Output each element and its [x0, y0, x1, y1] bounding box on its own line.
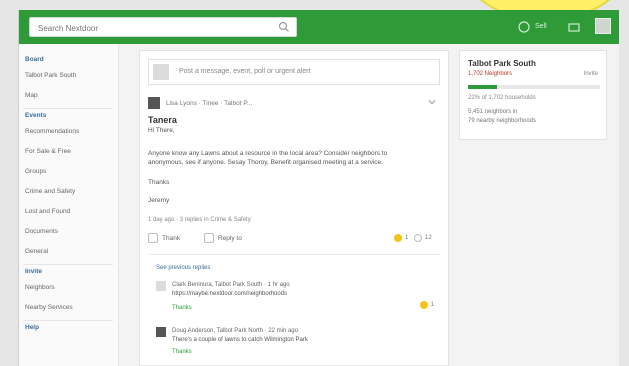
post-timestamp[interactable]: 1 day ago · 3 replies in Crime & Safety [148, 217, 251, 223]
post-composer[interactable]: Post a message, event, poll or urgent al… [148, 59, 440, 85]
news-feed: Post a message, event, poll or urgent al… [139, 50, 449, 366]
sidebar-item[interactable]: Recommendations [25, 128, 79, 135]
sidebar-heading[interactable]: Help [25, 324, 39, 331]
feed-post: Lisa Lyons · Tinee · Talbot P... Tanera … [148, 95, 440, 255]
thank-label: Thank [162, 234, 181, 242]
sidebar-heading[interactable]: Events [25, 112, 46, 119]
comment-meta[interactable]: Clark Beninura, Talbot Park South · 1 hr… [172, 282, 290, 288]
chevron-down-icon[interactable] [428, 98, 436, 106]
search-box[interactable] [29, 17, 297, 38]
sidebar-item[interactable]: Lost and Found [25, 208, 70, 215]
sidebar-item[interactable]: General [25, 248, 48, 255]
sidebar-item[interactable]: Documents [25, 228, 58, 235]
post-signature: Jeremy [148, 197, 170, 204]
reply-count-value: 12 [425, 235, 432, 241]
bell-icon[interactable] [517, 20, 531, 34]
comment: Clark Beninura, Talbot Park South · 1 hr… [156, 281, 440, 321]
composer-avatar [153, 64, 169, 80]
previous-replies-link[interactable]: See previous replies [156, 265, 210, 271]
post-meta[interactable]: Lisa Lyons · Tinee · Talbot P... [166, 100, 252, 107]
inbox-icon[interactable] [567, 20, 581, 34]
post-greeting: Hi There, [148, 127, 175, 134]
reply-count[interactable]: 12 [414, 231, 432, 245]
reply-button[interactable]: Reply to [204, 231, 242, 245]
widget-line-2: 79 nearby neighborhoods [468, 118, 537, 124]
widget-invite-link[interactable]: Invite [584, 71, 598, 77]
search-input[interactable] [30, 19, 260, 38]
sidebar-item[interactable]: Talbot Park South [25, 72, 76, 79]
widget-neighbors[interactable]: 1,702 Neighbors [468, 71, 512, 77]
comment-thanks-link[interactable]: Thanks [172, 349, 192, 355]
comment-thanks-link[interactable]: Thanks [172, 305, 192, 311]
comment-text[interactable]: https://maybe.nextdoor.com/neighborhoods [172, 291, 287, 297]
sidebar-divider [23, 320, 113, 321]
comment-text[interactable]: There's a couple of lawns to catch Wilmi… [172, 337, 308, 343]
sidebar-item[interactable]: Nearby Services [25, 304, 73, 311]
comment-thanks-icon [419, 301, 428, 309]
user-avatar[interactable] [595, 18, 611, 34]
widget-title[interactable]: Talbot Park South [468, 59, 536, 68]
sidebar-item[interactable]: Groups [25, 168, 46, 175]
sidebar-item[interactable]: For Sale & Free [25, 148, 71, 155]
app-window: Sell Board Talbot Park South Map Events Reco… [18, 10, 619, 366]
post-body: Anyone know any Lawns about a resource i… [148, 150, 388, 166]
comment: Doug Anderson, Talbot Park North · 22 mi… [156, 327, 440, 363]
sidebar-item[interactable]: Neighbors [25, 284, 55, 291]
sidebar-divider [23, 264, 113, 265]
sidebar-divider [23, 108, 113, 109]
comment-meta[interactable]: Doug Anderson, Talbot Park North · 22 mi… [172, 328, 298, 334]
author-avatar[interactable] [148, 97, 160, 109]
post-title[interactable]: Tanera [148, 115, 177, 125]
search-icon[interactable] [278, 21, 290, 33]
comment-reaction[interactable]: 1 [419, 301, 434, 309]
reply-icon [204, 233, 214, 243]
thank-button[interactable]: Thank [148, 231, 180, 245]
sidebar-item[interactable]: Crime and Safety [25, 188, 75, 195]
thanks-icon [394, 234, 402, 242]
widget-progress-fill [468, 85, 498, 89]
thank-icon [148, 233, 158, 243]
thanks-count-value: 1 [405, 235, 409, 241]
reply-count-icon [414, 234, 422, 242]
sell-label[interactable]: Sell [535, 23, 547, 30]
reply-label: Reply to [218, 234, 242, 242]
widget-stat: 22% of 1,702 households [468, 95, 536, 101]
sidebar-item[interactable]: Map [25, 92, 38, 99]
neighborhood-widget: Talbot Park South 1,702 Neighbors Invite… [459, 50, 607, 140]
sidebar-heading[interactable]: Board [25, 56, 44, 63]
post-thanks: Thanks [148, 179, 170, 186]
top-bar: Sell [19, 10, 619, 44]
thanks-count[interactable]: 1 [394, 231, 408, 245]
widget-progress-bar [468, 85, 600, 89]
comment-reaction-count: 1 [430, 302, 434, 308]
comment-avatar[interactable] [156, 281, 166, 291]
comment-avatar[interactable] [156, 327, 166, 337]
sidebar: Board Talbot Park South Map Events Recommend… [19, 44, 119, 366]
sidebar-heading[interactable]: Invite [25, 268, 42, 275]
widget-line-1: 5,451 neighbors in [468, 109, 518, 115]
composer-placeholder[interactable]: Post a message, event, poll or urgent al… [179, 68, 311, 75]
